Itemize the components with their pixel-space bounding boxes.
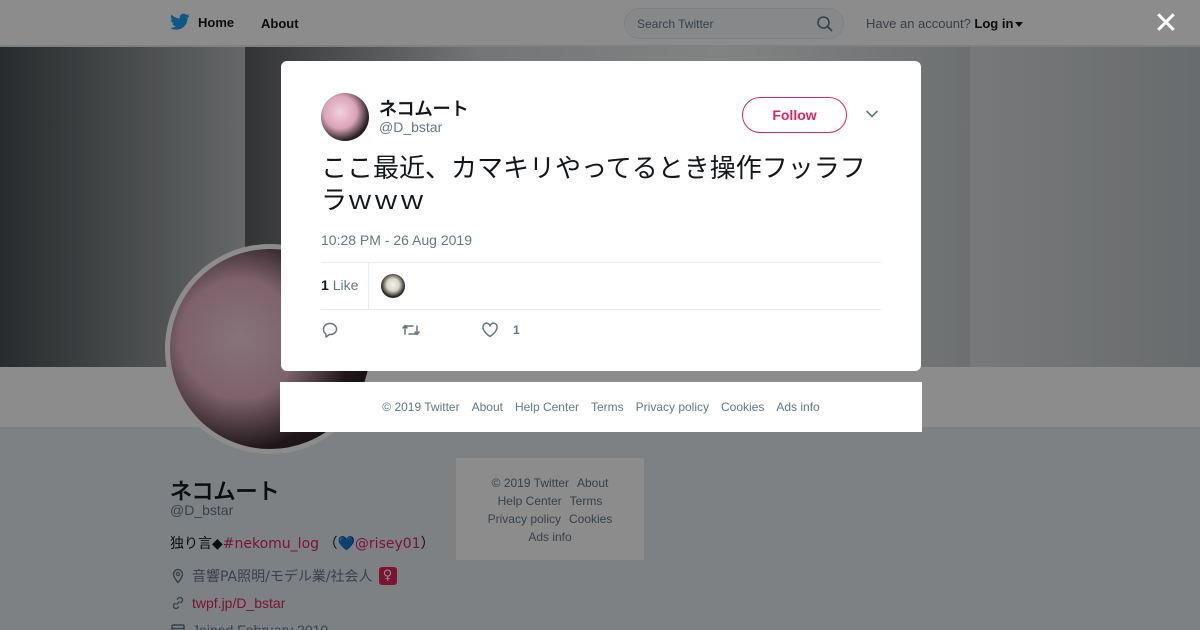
like-stat-count: 1: [321, 277, 329, 293]
tweet-timestamp[interactable]: 10:28 PM - 26 Aug 2019: [321, 232, 472, 248]
tweet-author-avatar[interactable]: [321, 93, 369, 141]
stat-separator: [368, 263, 369, 309]
footer-copyright: © 2019 Twitter: [382, 400, 460, 414]
reply-icon[interactable]: [321, 321, 339, 339]
divider: [321, 262, 881, 263]
tweet-text: ここ最近、カマキリやってるとき操作フッラフラｗｗｗ: [321, 154, 866, 216]
close-icon[interactable]: ✕: [1152, 9, 1180, 39]
like-stat[interactable]: 1 Like: [321, 277, 358, 293]
chevron-down-icon[interactable]: [865, 109, 879, 119]
like-action-count: 1: [513, 323, 520, 337]
footer-ads-link[interactable]: Ads info: [776, 400, 819, 414]
tweet-modal: ネコムート @D_bstar Follow ここ最近、カマキリやってるとき操作フ…: [281, 61, 921, 371]
footer-privacy-link[interactable]: Privacy policy: [636, 400, 709, 414]
tweet-author-name[interactable]: ネコムート: [379, 95, 469, 121]
like-button[interactable]: 1: [481, 321, 520, 339]
liker-avatar[interactable]: [381, 274, 405, 298]
retweet-icon[interactable]: [401, 321, 421, 339]
like-stat-label: Like: [332, 277, 359, 293]
tweet-author-handle[interactable]: @D_bstar: [379, 119, 442, 135]
footer-help-link[interactable]: Help Center: [515, 400, 579, 414]
footer-cookies-link[interactable]: Cookies: [721, 400, 764, 414]
follow-button[interactable]: Follow: [742, 97, 847, 133]
footer-terms-link[interactable]: Terms: [591, 400, 624, 414]
heart-icon: [482, 322, 498, 338]
divider: [321, 309, 881, 310]
footer-about-link[interactable]: About: [472, 400, 503, 414]
modal-footer: © 2019 Twitter About Help Center Terms P…: [280, 382, 922, 432]
